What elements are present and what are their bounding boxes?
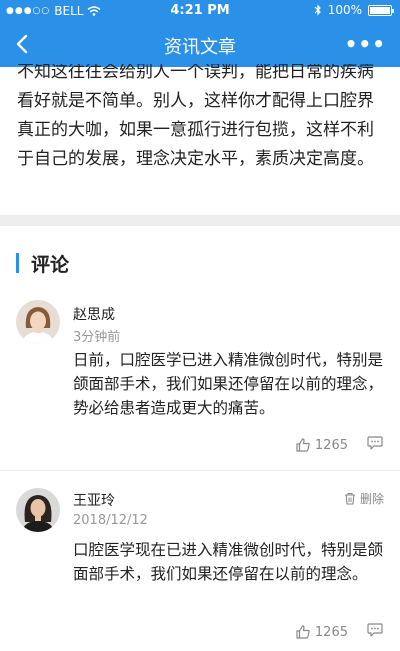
heading-accent-bar	[16, 253, 19, 273]
comment-author: 王亚玲	[73, 493, 115, 509]
status-bar: ●●●○○ BELL 4:21 PM 100%	[0, 0, 400, 22]
bluetooth-icon	[314, 4, 321, 16]
comment-actions: 1265	[295, 435, 384, 455]
comment-time: 2018/12/12	[73, 513, 148, 528]
battery-percent: 100%	[327, 3, 362, 17]
comment-text: 日前，口腔医学已进入精准微创时代，特别是颌面部手术，我们如果还停留在以前的理念，…	[73, 351, 384, 417]
comment-actions: 1265	[295, 622, 384, 642]
delete-label: 删除	[359, 492, 384, 506]
nav-bar: 资讯文章 •••	[0, 22, 400, 67]
battery-icon	[368, 4, 394, 16]
comment-item: 赵思成 3分钟前 日前，口腔医学已进入精准微创时代，特别是颌面部手术，我们如果还…	[0, 300, 400, 470]
comment-author: 赵思成	[73, 307, 115, 323]
like-button[interactable]: 1265	[295, 437, 348, 453]
comment-separator	[0, 470, 400, 471]
article-body: 不知这往往会给别人一个误判，能把日常的疾病看好就是不简单。别人，这样你才配得上口…	[17, 64, 387, 180]
more-button[interactable]: •••	[345, 32, 386, 56]
comments-title: 评论	[31, 253, 70, 276]
like-count: 1265	[314, 624, 348, 640]
section-divider	[0, 215, 400, 226]
article-text: 不知这往往会给别人一个误判，能把日常的疾病看好就是不简单。别人，这样你才配得上口…	[17, 64, 374, 169]
app-header: ●●●○○ BELL 4:21 PM 100% 资讯文章 •••	[0, 0, 400, 67]
comment-icon	[367, 623, 383, 637]
comment-time: 3分钟前	[73, 330, 121, 345]
comment-item: 王亚玲 2018/12/12 删除 口腔医学现在已进入精准微创时代，特别是颌面部…	[0, 488, 400, 651]
reply-button[interactable]	[366, 622, 384, 642]
comment-text: 口腔医学现在已进入精准微创时代，特别是颌面部手术，我们如果还停留在以前的理念。	[73, 541, 384, 583]
thumbs-up-icon	[296, 438, 310, 452]
like-count: 1265	[314, 437, 348, 453]
trash-icon	[344, 492, 355, 505]
comment-icon	[367, 436, 383, 450]
avatar[interactable]	[16, 300, 60, 344]
like-button[interactable]: 1265	[295, 624, 348, 640]
more-horizontal-icon: •••	[344, 32, 386, 56]
reply-button[interactable]	[366, 435, 384, 455]
avatar[interactable]	[16, 488, 60, 532]
thumbs-up-icon	[296, 625, 310, 639]
comments-heading: 评论	[16, 250, 69, 276]
page-title: 资讯文章	[164, 37, 236, 58]
delete-button[interactable]: 删除	[344, 490, 384, 507]
